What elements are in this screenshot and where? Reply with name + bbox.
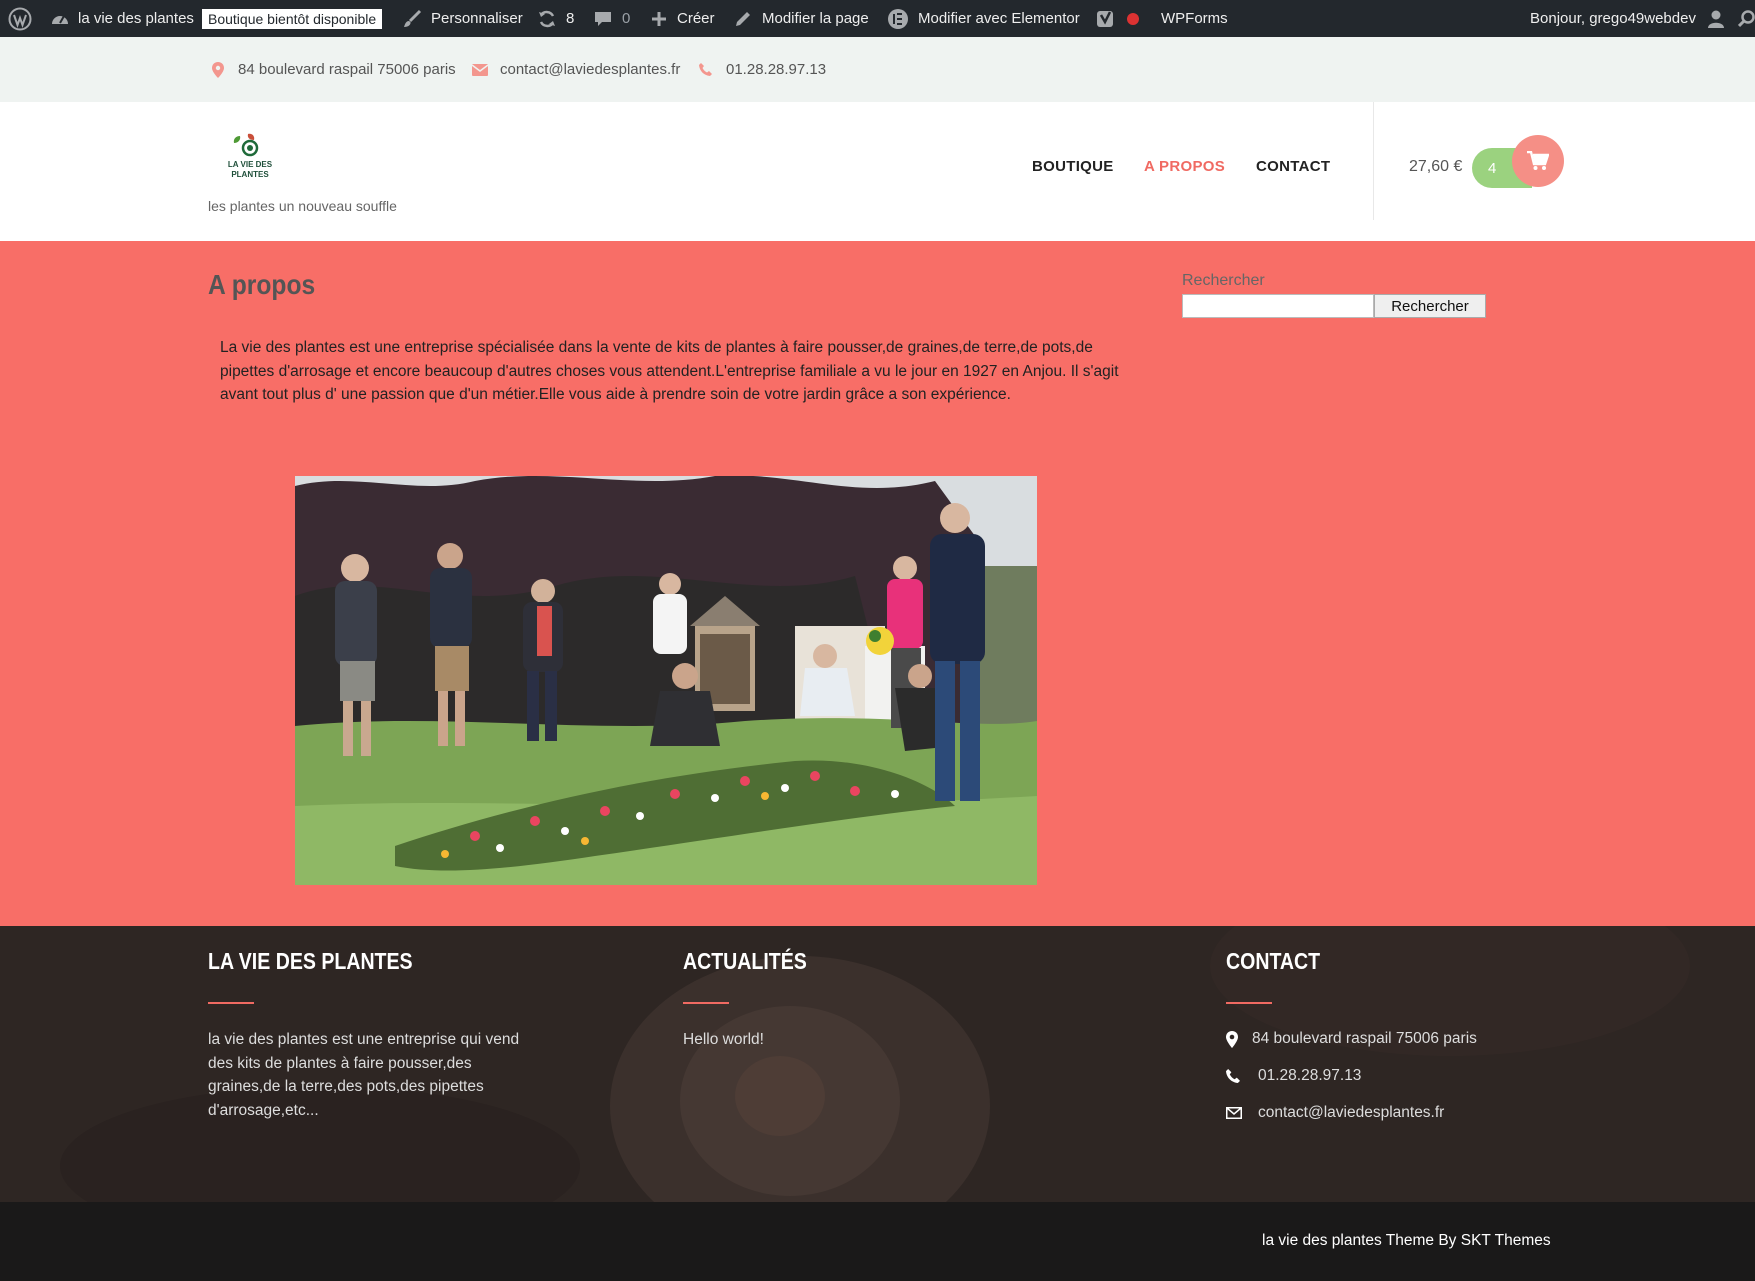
footer-email-text: contact@laviedesplantes.fr (1258, 1104, 1445, 1121)
map-pin-icon (212, 61, 224, 78)
garden-team-image (295, 476, 1037, 885)
logo-text-line-2: PLANTES (231, 170, 269, 179)
footer-about-title: LA VIE DES PLANTES (208, 948, 413, 974)
site-name-link[interactable]: la vie des plantes (50, 0, 194, 37)
page-title: A propos (208, 269, 316, 300)
footer-address: 84 boulevard raspail 75006 paris (1226, 1030, 1477, 1048)
site-footer: LA VIE DES PLANTES la vie des plantes es… (0, 926, 1755, 1202)
nav-contact[interactable]: CONTACT (1256, 158, 1330, 175)
nav-boutique[interactable]: BOUTIQUE (1032, 158, 1114, 175)
top-address: 84 boulevard raspail 75006 paris (212, 37, 456, 102)
customize-link[interactable]: Personnaliser (402, 0, 523, 37)
footer-news-title: ACTUALITÉS (683, 948, 807, 974)
comments-count: 0 (622, 10, 631, 27)
cart-total[interactable]: 27,60 € (1409, 158, 1462, 176)
top-address-text: 84 boulevard raspail 75006 paris (238, 61, 456, 78)
cart-button[interactable] (1512, 135, 1564, 187)
dashboard-icon (52, 15, 68, 24)
plus-icon (652, 11, 666, 26)
site-tagline: les plantes un nouveau souffle (208, 198, 397, 214)
footer-news-underline (683, 1002, 729, 1004)
elementor-link[interactable]: Modifier avec Elementor (887, 0, 1080, 37)
shopping-cart-icon (1527, 151, 1549, 170)
elementor-icon (888, 8, 908, 29)
contact-info-bar: 84 boulevard raspail 75006 paris contact… (0, 37, 1755, 102)
footer-about-underline (208, 1002, 254, 1004)
search-icon (1738, 9, 1755, 27)
phone-icon (699, 63, 712, 76)
wpforms-label: WPForms (1161, 10, 1228, 27)
updates-link[interactable]: 8 (537, 0, 574, 37)
footer-email[interactable]: contact@laviedesplantes.fr (1226, 1104, 1444, 1122)
footer-contact-title: CONTACT (1226, 948, 1321, 974)
theme-credit: la vie des plantes Theme By SKT Themes (1262, 1232, 1551, 1249)
top-phone[interactable]: 01.28.28.97.13 (699, 37, 826, 102)
about-intro-text: La vie des plantes est une entreprise sp… (220, 339, 1119, 403)
footer-bottom-bar: la vie des plantes Theme By SKT Themes (0, 1202, 1755, 1281)
admin-search-link[interactable] (1738, 0, 1755, 37)
top-email[interactable]: contact@laviedesplantes.fr (472, 37, 680, 102)
site-header: LA VIE DES PLANTES les plantes un nouvea… (0, 102, 1755, 241)
greeting-label: Bonjour, grego49webdev (1530, 10, 1696, 27)
map-pin-icon (1226, 1030, 1238, 1048)
updates-icon (539, 10, 555, 27)
elementor-label: Modifier avec Elementor (918, 10, 1080, 27)
footer-address-text: 84 boulevard raspail 75006 paris (1252, 1030, 1477, 1047)
seo-status-dot-icon (1127, 12, 1139, 25)
comment-icon (595, 11, 611, 26)
search-button[interactable]: Rechercher (1374, 294, 1486, 318)
create-link[interactable]: Créer (651, 0, 715, 37)
site-name: la vie des plantes (78, 10, 194, 27)
wordpress-logo-icon[interactable] (8, 0, 32, 37)
header-divider (1373, 102, 1374, 220)
team-garden-photo (295, 476, 1037, 885)
shop-status-label: Boutique bientôt disponible (202, 8, 383, 29)
site-logo[interactable]: LA VIE DES PLANTES (222, 130, 278, 186)
account-link[interactable]: Bonjour, grego49webdev (1530, 0, 1726, 37)
top-email-text: contact@laviedesplantes.fr (500, 61, 681, 78)
envelope-icon (1226, 1107, 1242, 1119)
search-input[interactable] (1182, 294, 1374, 318)
leaf-logo-icon: LA VIE DES PLANTES (228, 133, 273, 179)
shop-status-badge[interactable]: Boutique bientôt disponible (202, 0, 383, 37)
pencil-icon (736, 11, 750, 26)
footer-phone[interactable]: 01.28.28.97.13 (1226, 1067, 1361, 1085)
cart-count: 4 (1488, 159, 1497, 177)
envelope-icon (472, 63, 488, 76)
nav-a-propos[interactable]: A PROPOS (1144, 158, 1225, 175)
footer-phone-text: 01.28.28.97.13 (1258, 1067, 1362, 1084)
wp-admin-bar: la vie des plantes Boutique bientôt disp… (0, 0, 1755, 37)
comments-link[interactable]: 0 (594, 0, 630, 37)
logo-text-line-1: LA VIE DES (228, 160, 273, 169)
footer-about-text: la vie des plantes est une entreprise qu… (208, 1031, 520, 1119)
customize-label: Personnaliser (431, 10, 523, 27)
edit-page-link[interactable]: Modifier la page (734, 0, 869, 37)
yoast-link[interactable] (1096, 0, 1140, 37)
user-avatar-icon (1707, 10, 1724, 28)
footer-news-post-link[interactable]: Hello world! (683, 1028, 1018, 1052)
phone-icon (1226, 1069, 1240, 1083)
updates-count: 8 (566, 10, 575, 27)
wpforms-link[interactable]: WPForms (1161, 0, 1228, 37)
yoast-icon (1097, 10, 1113, 27)
main-content: A propos La vie des plantes est une entr… (0, 241, 1755, 926)
top-phone-text: 01.28.28.97.13 (726, 61, 827, 78)
brush-icon (404, 9, 422, 27)
edit-page-label: Modifier la page (762, 10, 869, 27)
create-label: Créer (677, 10, 715, 27)
footer-contact-underline (1226, 1002, 1272, 1004)
search-label: Rechercher (1182, 272, 1265, 289)
